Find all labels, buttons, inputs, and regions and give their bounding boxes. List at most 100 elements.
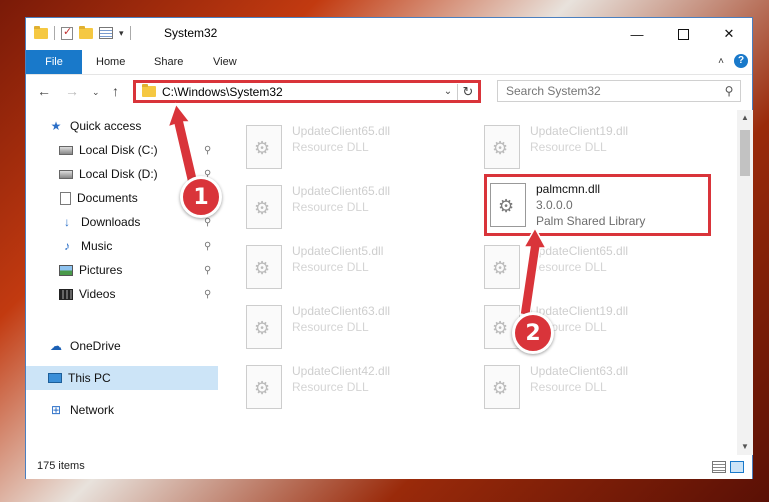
maximize-button[interactable] [660, 18, 706, 50]
scroll-down-icon[interactable]: ▼ [737, 439, 753, 455]
music-icon: ♪ [64, 239, 70, 253]
up-button[interactable]: ↑ [112, 83, 119, 99]
recent-locations-button[interactable]: ⌄ [92, 87, 100, 98]
pictures-icon [59, 264, 73, 276]
quick-access-toolbar: ▾ [34, 25, 131, 40]
list-item[interactable]: UpdateClient65.dll Resource DLL [246, 182, 476, 236]
view-switcher [712, 461, 744, 473]
sidebar-item-label: Documents [77, 191, 138, 205]
sidebar-item-label: Music [81, 239, 113, 253]
scroll-up-icon[interactable]: ▲ [737, 110, 753, 126]
customize-toolbar-arrow-icon[interactable]: ▾ [119, 28, 124, 39]
sidebar-item-label: OneDrive [70, 339, 121, 353]
pin-icon[interactable]: ⚲ [204, 145, 211, 156]
list-item[interactable]: UpdateClient19.dll Resource DLL [484, 122, 714, 176]
dll-file-icon [246, 185, 282, 229]
navigation-pane: ★ Quick access Local Disk (C:) ⚲ Local D… [26, 110, 218, 455]
file-type: Resource DLL [292, 260, 369, 274]
file-name: UpdateClient65.dll [292, 124, 391, 138]
address-path[interactable]: C:\Windows\System32 [162, 85, 439, 99]
file-name: UpdateClient5.dll [292, 244, 384, 258]
dll-file-icon [246, 125, 282, 169]
tab-file[interactable]: File [26, 50, 82, 74]
videos-icon [59, 288, 73, 300]
forward-button[interactable]: → [65, 83, 79, 99]
tiles-view-icon[interactable] [730, 461, 744, 473]
dll-file-icon [484, 125, 520, 169]
dll-file-icon [484, 365, 520, 409]
list-item[interactable]: UpdateClient5.dll Resource DLL [246, 242, 476, 296]
tab-share[interactable]: Share [154, 50, 183, 74]
maximize-icon [677, 28, 689, 40]
star-icon: ★ [50, 119, 62, 133]
new-folder-icon[interactable] [79, 25, 93, 39]
navigation-bar: ← → ⌄ ↑ C:\Windows\System32 ⌄ ↻ ⚲ [26, 75, 752, 109]
sidebar-item-label: Downloads [81, 215, 141, 229]
list-item[interactable]: UpdateClient42.dll Resource DLL [246, 362, 476, 416]
file-type: Resource DLL [530, 260, 607, 274]
network-icon: ⊞ [50, 403, 62, 417]
search-icon[interactable]: ⚲ [718, 84, 740, 98]
computer-icon [48, 373, 62, 383]
address-folder-icon [142, 84, 156, 97]
sidebar-item-quick-access[interactable]: ★ Quick access [26, 114, 218, 138]
dll-file-icon [246, 365, 282, 409]
ribbon-controls: ˄ ? [718, 54, 748, 68]
pin-icon[interactable]: ⚲ [204, 217, 211, 228]
file-name: UpdateClient63.dll [530, 364, 629, 378]
list-item[interactable]: UpdateClient63.dll Resource DLL [484, 362, 714, 416]
list-item[interactable]: UpdateClient65.dll Resource DLL [484, 242, 714, 296]
sidebar-item-network[interactable]: ⊞ Network [26, 398, 218, 422]
sidebar-item-local-disk-c[interactable]: Local Disk (C:) ⚲ [26, 138, 218, 162]
file-explorer-window: ▾ System32 — ✕ File Home Share View ˄ ? … [25, 17, 753, 479]
ribbon-tabs: File Home Share View ˄ ? [26, 50, 752, 75]
search-box[interactable]: ⚲ [497, 80, 741, 102]
sidebar-item-label: This PC [68, 371, 111, 385]
toolbar-divider [54, 26, 55, 40]
sidebar-item-label: Videos [79, 287, 116, 301]
details-view-icon[interactable] [712, 461, 726, 473]
file-name: UpdateClient65.dll [530, 244, 629, 258]
file-type: Resource DLL [292, 140, 369, 154]
step-1-badge: 1 [180, 176, 222, 218]
file-name: UpdateClient63.dll [292, 304, 391, 318]
window-title: System32 [164, 26, 218, 40]
toolbar-divider [129, 26, 131, 40]
file-type: Resource DLL [530, 380, 607, 394]
title-bar: ▾ System32 — ✕ [26, 18, 752, 50]
sidebar-item-music[interactable]: ♪ Music ⚲ [26, 234, 218, 258]
document-icon [60, 191, 71, 205]
help-icon[interactable]: ? [734, 54, 748, 68]
collapse-ribbon-icon[interactable]: ˄ [718, 56, 724, 67]
pin-icon[interactable]: ⚲ [204, 265, 211, 276]
scroll-thumb[interactable] [740, 130, 750, 176]
sidebar-item-pictures[interactable]: Pictures ⚲ [26, 258, 218, 282]
file-list: UpdateClient65.dll Resource DLL UpdateCl… [219, 110, 737, 455]
sidebar-item-this-pc[interactable]: This PC [26, 366, 218, 390]
vertical-scrollbar[interactable]: ▲ ▼ [737, 110, 753, 455]
dll-file-icon [246, 305, 282, 349]
status-bar: 175 items [26, 455, 752, 479]
list-item[interactable]: UpdateClient63.dll Resource DLL [246, 302, 476, 356]
close-button[interactable]: ✕ [706, 18, 752, 50]
list-item[interactable]: UpdateClient65.dll Resource DLL [246, 122, 476, 176]
file-name: UpdateClient65.dll [292, 184, 391, 198]
back-button[interactable]: ← [37, 83, 51, 99]
sidebar-item-onedrive[interactable]: ☁ OneDrive [26, 334, 218, 358]
folder-icon [34, 25, 48, 39]
sidebar-item-videos[interactable]: Videos ⚲ [26, 282, 218, 306]
properties-check-icon[interactable] [61, 25, 73, 40]
file-type: Resource DLL [292, 200, 369, 214]
minimize-button[interactable]: — [614, 18, 660, 50]
tab-view[interactable]: View [213, 50, 237, 74]
view-properties-icon[interactable] [99, 27, 113, 39]
pin-icon[interactable]: ⚲ [204, 289, 211, 300]
address-dropdown-icon[interactable]: ⌄ [439, 86, 457, 97]
sidebar-item-label: Network [70, 403, 115, 417]
tab-home[interactable]: Home [96, 50, 125, 74]
address-bar[interactable]: C:\Windows\System32 ⌄ ↻ [133, 80, 481, 103]
pin-icon[interactable]: ⚲ [204, 241, 211, 252]
sidebar-item-label: Quick access [70, 119, 142, 133]
search-input[interactable] [498, 83, 718, 99]
refresh-icon[interactable]: ↻ [457, 83, 478, 100]
